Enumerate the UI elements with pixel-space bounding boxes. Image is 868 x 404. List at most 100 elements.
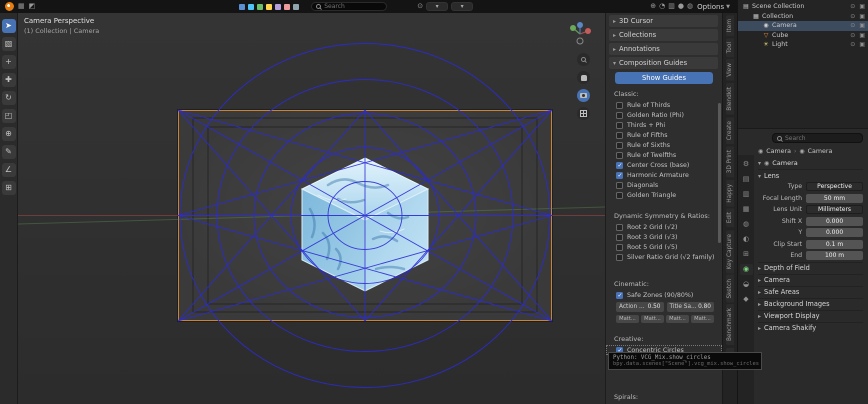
- checkbox[interactable]: [616, 244, 623, 251]
- eye-icon[interactable]: ⊙: [850, 3, 855, 10]
- eye-icon[interactable]: ⊙: [850, 22, 855, 29]
- sidebar-tab[interactable]: Edit: [726, 208, 734, 227]
- zoom-button[interactable]: [577, 53, 590, 66]
- guide-checkbox-row[interactable]: Safe Zones (90/80%): [606, 290, 722, 300]
- safe-zone-value-field[interactable]: Title Sa... 0.80: [667, 302, 715, 312]
- lens-section-header[interactable]: Lens: [758, 169, 863, 181]
- checkbox[interactable]: [616, 224, 623, 231]
- tool-button[interactable]: +: [2, 55, 16, 69]
- outliner-row[interactable]: ▤ Scene Collection ⊙ ▣: [738, 2, 868, 12]
- scrollbar[interactable]: [718, 103, 721, 243]
- navigation-gizmo[interactable]: [567, 21, 593, 47]
- options-dropdown[interactable]: Options ▼: [697, 3, 732, 11]
- breadcrumb-data[interactable]: Camera: [808, 148, 833, 155]
- search-input[interactable]: [324, 3, 382, 10]
- tool-button[interactable]: ∠: [2, 163, 16, 177]
- tool-button[interactable]: ▧: [2, 37, 16, 51]
- safe-zone-value-field[interactable]: Action ... 0.50: [616, 302, 664, 312]
- panel-section-header[interactable]: Collections: [609, 29, 718, 41]
- sidebar-tab[interactable]: Key Capture: [726, 230, 734, 273]
- shading-solid-icon[interactable]: ●: [678, 2, 684, 11]
- guide-checkbox-row[interactable]: Golden Ratio (Phi): [606, 110, 722, 120]
- properties-tab[interactable]: ◆: [740, 294, 753, 305]
- sidebar-tab[interactable]: Sketch: [726, 275, 734, 303]
- render-visibility-icon[interactable]: ▣: [859, 13, 865, 20]
- sidebar-tab[interactable]: Create: [726, 117, 734, 144]
- breadcrumb-object[interactable]: Camera: [766, 148, 791, 155]
- sidebar-tab[interactable]: Blendkit: [726, 83, 734, 115]
- mini-editor-icon[interactable]: [275, 4, 281, 10]
- matte-value-field[interactable]: Matt...: [691, 315, 714, 323]
- checkbox[interactable]: [616, 192, 623, 199]
- properties-tab[interactable]: ▤: [740, 174, 753, 185]
- viewport-search[interactable]: [311, 2, 387, 11]
- collapsed-section-header[interactable]: Camera Shakify: [758, 322, 863, 334]
- property-value-field[interactable]: 50 mm: [806, 194, 863, 203]
- camera-view-button[interactable]: [577, 89, 590, 102]
- property-value-field[interactable]: Perspective: [806, 182, 863, 191]
- composition-guides-header[interactable]: Composition Guides: [609, 57, 718, 69]
- outliner-row[interactable]: ▽ Cube ⊙ ▣: [738, 31, 868, 41]
- tool-button[interactable]: ✎: [2, 145, 16, 159]
- snap-magnet-icon[interactable]: ⊙: [417, 2, 423, 11]
- show-gizmo-icon[interactable]: ⊕: [650, 2, 656, 11]
- transform-orientation-dropdown[interactable]: ▾: [426, 2, 448, 11]
- mini-editor-icon[interactable]: [257, 4, 263, 10]
- checkbox[interactable]: [616, 102, 623, 109]
- property-value-field[interactable]: 0.1 m: [806, 240, 863, 249]
- tool-button[interactable]: ↻: [2, 91, 16, 105]
- property-value-field[interactable]: 0.000: [806, 228, 863, 237]
- checkbox[interactable]: [616, 152, 623, 159]
- tool-button[interactable]: ⊕: [2, 127, 16, 141]
- sidebar-tab[interactable]: Happy: [726, 180, 734, 207]
- shading-rendered-icon[interactable]: ◍: [687, 2, 693, 11]
- sidebar-tab[interactable]: View: [726, 59, 734, 81]
- checkbox[interactable]: [616, 122, 623, 129]
- guide-checkbox-row[interactable]: Root 2 Grid (√2): [606, 222, 722, 232]
- properties-tab[interactable]: ◉: [740, 264, 753, 275]
- tool-button[interactable]: ➤: [2, 19, 16, 33]
- collapsed-section-header[interactable]: Depth of Field: [758, 262, 863, 274]
- properties-tab[interactable]: ◒: [740, 279, 753, 290]
- eye-icon[interactable]: ⊙: [850, 32, 855, 39]
- properties-tab[interactable]: ◐: [740, 234, 753, 245]
- panel-section-header[interactable]: Annotations: [609, 43, 718, 55]
- guide-checkbox-row[interactable]: Thirds + Phi: [606, 120, 722, 130]
- outliner-row[interactable]: ◉ Camera ⊙ ▣: [738, 21, 868, 31]
- matte-value-field[interactable]: Matt...: [641, 315, 664, 323]
- outliner-row[interactable]: ▦ Collection ⊙ ▣: [738, 12, 868, 22]
- tool-button[interactable]: ✚: [2, 73, 16, 87]
- render-visibility-icon[interactable]: ▣: [859, 32, 865, 39]
- properties-tab[interactable]: ▦: [740, 204, 753, 215]
- checkbox[interactable]: [616, 172, 623, 179]
- eye-icon[interactable]: ⊙: [850, 13, 855, 20]
- collapsed-section-header[interactable]: Safe Areas: [758, 286, 863, 298]
- properties-tab[interactable]: ◍: [740, 219, 753, 230]
- checkbox[interactable]: [616, 142, 623, 149]
- sidebar-tab[interactable]: Tool: [726, 38, 734, 57]
- sidebar-tab[interactable]: 3D Print: [726, 146, 734, 177]
- checkbox[interactable]: [616, 254, 623, 261]
- overlays-icon[interactable]: ◔: [659, 2, 665, 11]
- properties-tab[interactable]: ⊞: [740, 249, 753, 260]
- tool-button[interactable]: ◰: [2, 109, 16, 123]
- guide-checkbox-row[interactable]: Silver Ratio Grid (√2 family): [606, 252, 722, 262]
- show-guides-button[interactable]: Show Guides: [615, 72, 713, 84]
- blender-logo-icon[interactable]: [5, 2, 14, 11]
- xray-icon[interactable]: ▥: [668, 2, 675, 11]
- outliner-row[interactable]: ☀ Light ⊙ ▣: [738, 40, 868, 50]
- ortho-toggle-button[interactable]: [577, 107, 590, 120]
- guide-checkbox-row[interactable]: Diagonals: [606, 180, 722, 190]
- panel-section-header[interactable]: 3D Cursor: [609, 15, 718, 27]
- sidebar-tab[interactable]: Benchmark: [726, 304, 734, 345]
- checkbox[interactable]: [616, 162, 623, 169]
- render-visibility-icon[interactable]: ▣: [859, 3, 865, 10]
- property-value-field[interactable]: Millimeters: [806, 205, 863, 214]
- pan-button[interactable]: [577, 71, 590, 84]
- guide-checkbox-row[interactable]: Rule of Sixths: [606, 140, 722, 150]
- eye-icon[interactable]: ⊙: [850, 41, 855, 48]
- mini-editor-icon[interactable]: [266, 4, 272, 10]
- guide-checkbox-row[interactable]: Center Cross (base): [606, 160, 722, 170]
- guide-checkbox-row[interactable]: Rule of Thirds: [606, 100, 722, 110]
- mini-editor-icon[interactable]: [248, 4, 254, 10]
